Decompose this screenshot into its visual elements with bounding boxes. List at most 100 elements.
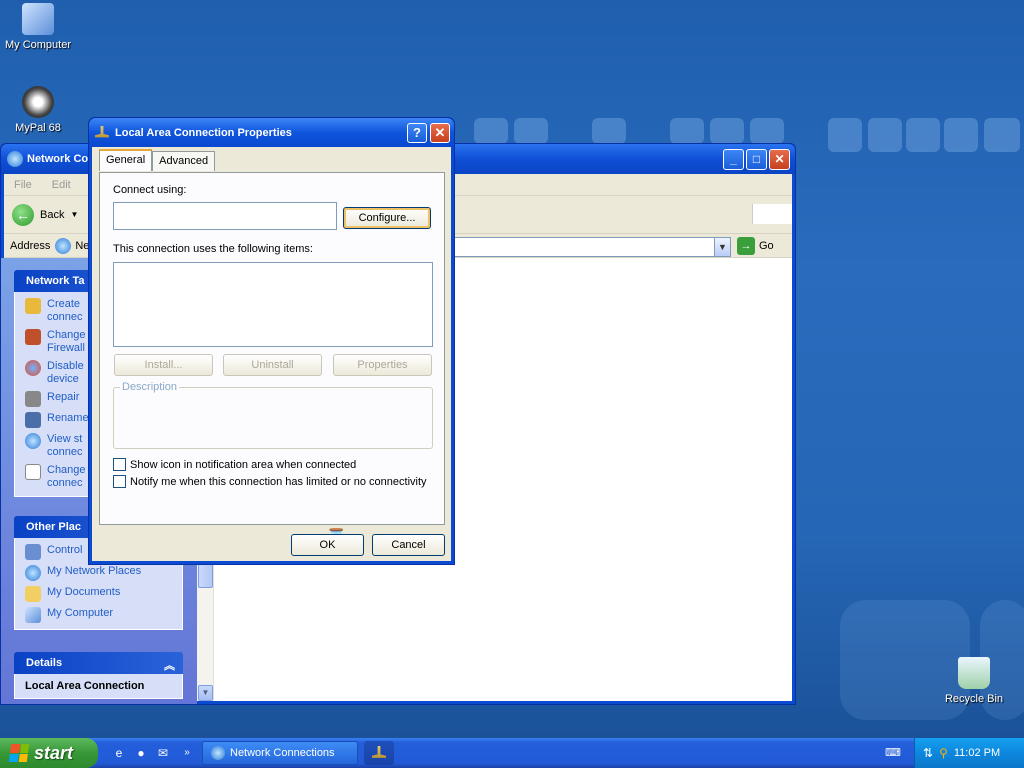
windows-logo-icon — [752, 204, 792, 224]
details-body: Local Area Connection — [14, 674, 183, 699]
rename-icon — [25, 412, 41, 428]
taskbar: start e ● ✉ » Network Connections ⌨ ⇅ ⚲ … — [0, 738, 1024, 768]
task-label: Create connec — [47, 298, 83, 323]
place-my-network-places[interactable]: My Network Places — [25, 565, 182, 581]
details-panel: Details ︽ Local Area Connection — [14, 652, 183, 699]
show-icon-label: Show icon in notification area when conn… — [130, 458, 357, 471]
place-label: My Network Places — [47, 565, 142, 577]
details-item: Local Area Connection — [25, 680, 145, 692]
disable-icon — [25, 360, 41, 376]
properties-button[interactable]: Properties — [333, 354, 432, 376]
details-header[interactable]: Details ︽ — [14, 652, 183, 674]
mypal-icon — [22, 86, 54, 118]
task-label: Change Firewall — [47, 329, 86, 354]
mypal-quicklaunch-icon[interactable]: ● — [132, 744, 150, 762]
desktop-icon-label: My Computer — [4, 39, 72, 51]
email-icon[interactable]: ✉ — [154, 744, 172, 762]
taskbar-button-label: Network Connections — [230, 747, 335, 759]
connect-using-field — [113, 202, 337, 230]
network-icon — [7, 151, 23, 167]
details-header-label: Details — [26, 657, 63, 669]
clock: 11:02 PM — [953, 747, 1001, 759]
chevron-down-icon[interactable]: ▼ — [70, 210, 78, 219]
new-connection-icon — [25, 298, 41, 314]
description-label: Description — [120, 381, 180, 393]
taskbar-button-network-connections[interactable]: Network Connections — [202, 741, 358, 765]
connect-using-label: Connect using: — [113, 184, 187, 196]
network-tray-icon[interactable]: ⇅ — [923, 746, 933, 760]
checkbox-box[interactable] — [113, 458, 126, 471]
taskbar-button-properties[interactable] — [364, 741, 394, 765]
go-button[interactable]: → Go — [737, 237, 774, 255]
back-label: Back — [40, 208, 65, 221]
start-label: start — [34, 742, 74, 763]
lan-connection-icon — [372, 746, 386, 758]
repair-icon — [25, 391, 41, 407]
tab-advanced[interactable]: Advanced — [152, 151, 216, 171]
address-dropdown-icon[interactable]: ▼ — [714, 238, 730, 256]
desktop-icon-my-computer[interactable]: My Computer — [0, 3, 76, 51]
show-icon-checkbox[interactable]: Show icon in notification area when conn… — [113, 458, 356, 471]
checkbox-box[interactable] — [113, 475, 126, 488]
internet-explorer-icon[interactable]: e — [110, 744, 128, 762]
lan-connection-icon — [95, 125, 109, 138]
task-label: Change connec — [47, 464, 86, 489]
properties-dialog: Local Area Connection Properties ? ✕ Gen… — [88, 117, 455, 565]
place-label: Control — [47, 544, 83, 556]
menu-file[interactable]: File — [14, 179, 32, 191]
change-settings-icon — [25, 464, 41, 480]
description-group: Description — [113, 381, 433, 449]
network-places-icon — [25, 565, 41, 581]
place-my-computer[interactable]: My Computer — [25, 607, 182, 623]
maximize-button[interactable]: □ — [746, 149, 767, 170]
help-button[interactable]: ? — [407, 123, 427, 143]
go-arrow-icon: → — [737, 237, 755, 255]
close-button[interactable]: ✕ — [769, 149, 790, 170]
task-label: Disable device — [47, 360, 84, 385]
start-button[interactable]: start — [0, 738, 98, 768]
view-status-icon — [25, 433, 41, 449]
search-icon[interactable]: ⚲ — [939, 746, 948, 760]
my-computer-icon — [25, 607, 41, 623]
address-input[interactable]: ▼ — [453, 237, 731, 257]
general-tab-pane: Connect using: Configure... This connect… — [99, 172, 445, 548]
configure-button[interactable]: Configure... — [343, 207, 431, 229]
scroll-down-button[interactable]: ▼ — [198, 685, 213, 701]
address-label: Address — [10, 239, 51, 252]
chevron-right-icon[interactable]: » — [178, 744, 196, 762]
my-computer-icon — [22, 3, 54, 35]
tab-general[interactable]: General — [99, 149, 153, 171]
notify-checkbox[interactable]: Notify me when this connection has limit… — [113, 475, 427, 488]
desktop-icon-mypal[interactable]: MyPal 68 — [0, 86, 76, 134]
collapse-icon[interactable]: ︽ — [164, 657, 175, 674]
uninstall-button[interactable]: Uninstall — [223, 354, 322, 376]
back-arrow-icon: ← — [12, 203, 34, 226]
desktop-icon-label: Recycle Bin — [944, 693, 1004, 705]
control-panel-icon — [25, 544, 41, 560]
minimize-button[interactable]: _ — [723, 149, 744, 170]
documents-icon — [25, 586, 41, 602]
ok-button[interactable]: OK — [291, 534, 364, 556]
keyboard-icon[interactable]: ⌨ — [884, 744, 902, 762]
place-label: My Computer — [47, 607, 114, 619]
tab-strip: General Advanced — [99, 149, 216, 171]
dialog-close-button[interactable]: ✕ — [430, 123, 450, 143]
windows-flag-icon — [8, 744, 30, 762]
install-button[interactable]: Install... — [114, 354, 213, 376]
dialog-titlebar[interactable]: Local Area Connection Properties — [89, 118, 454, 147]
recycle-bin-icon — [958, 657, 990, 689]
dialog-title: Local Area Connection Properties — [115, 126, 292, 139]
task-label: View st connec — [47, 433, 83, 458]
place-my-documents[interactable]: My Documents — [25, 586, 182, 602]
task-label: Repair — [47, 391, 80, 403]
items-list[interactable] — [113, 262, 433, 347]
network-icon — [55, 237, 72, 254]
window-title: Network Co — [27, 153, 89, 165]
notify-label: Notify me when this connection has limit… — [130, 475, 427, 488]
go-label: Go — [759, 240, 774, 252]
menu-edit[interactable]: Edit — [52, 179, 71, 191]
network-icon — [211, 746, 225, 760]
back-button[interactable]: ← Back ▼ — [12, 203, 78, 226]
desktop-icon-recycle-bin[interactable]: Recycle Bin — [936, 657, 1012, 705]
cancel-button[interactable]: Cancel — [372, 534, 445, 556]
